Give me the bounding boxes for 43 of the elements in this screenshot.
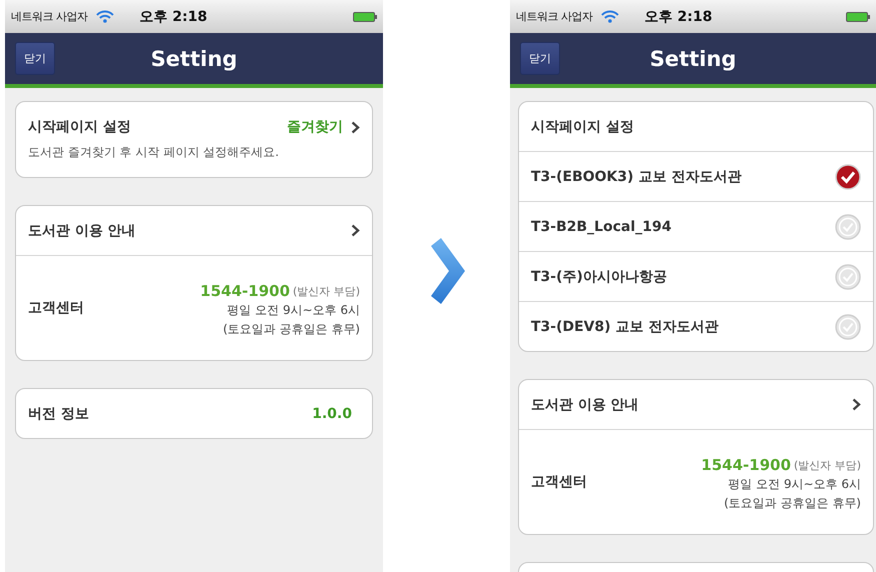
close-button[interactable]: 닫기: [520, 42, 560, 75]
option-row[interactable]: T3-(주)아시아나항공: [519, 251, 873, 301]
holiday-note: (토요일과 공휴일은 휴무): [724, 495, 861, 512]
carrier-name: 네트워크 사업자: [11, 9, 88, 24]
hours-text: 평일 오전 9시~오후 6시: [227, 302, 360, 319]
chevron-right-icon: [351, 224, 360, 237]
phone-note: (발신자 부담): [292, 284, 360, 298]
option-label: T3-(EBOOK3) 교보 전자도서관: [531, 168, 742, 186]
option-label: T3-B2B_Local_194: [531, 218, 672, 234]
close-button[interactable]: 닫기: [15, 42, 55, 75]
row-label: 도서관 이용 안내: [28, 222, 136, 240]
option-row[interactable]: T3-(DEV8) 교보 전자도서관: [519, 301, 873, 351]
row-label: 고객센터: [28, 299, 84, 317]
start-page-value[interactable]: 즐겨찾기: [287, 118, 343, 136]
wifi-icon: [96, 10, 114, 23]
row-label: 시작페이지 설정: [28, 118, 131, 136]
row-label: 고객센터: [531, 473, 587, 491]
option-row[interactable]: T3-(EBOOK3) 교보 전자도서관: [519, 151, 873, 201]
menu-item[interactable]: 도서관 이용 안내: [16, 206, 372, 255]
chevron-right-icon: [351, 120, 360, 134]
screen-title: Setting: [150, 46, 238, 70]
battery-icon: [353, 12, 377, 22]
option-label: T3-(주)아시아나항공: [531, 268, 667, 286]
hours-text: 평일 오전 9시~오후 6시: [728, 476, 861, 493]
option-row[interactable]: T3-B2B_Local_194: [519, 201, 873, 251]
row-label: 버전 정보: [28, 404, 89, 422]
option-label: T3-(DEV8) 교보 전자도서관: [531, 318, 718, 336]
version-value: 1.0.0: [312, 406, 352, 422]
wifi-icon: [600, 10, 618, 23]
section-header: 시작페이지 설정: [531, 118, 634, 136]
phone-number: 1544-1900: [701, 456, 791, 474]
holiday-note: (토요일과 공휴일은 휴무): [223, 321, 360, 338]
hint-text: 도서관 즐겨찾기 후 시작 페이지 설정해주세요.: [28, 144, 280, 161]
status-time: 오후 2:18: [644, 8, 712, 26]
row-label: 도서관 이용 안내: [531, 396, 639, 414]
chevron-right-icon: [852, 398, 861, 411]
menu-item[interactable]: 도서관 이용 안내: [519, 380, 873, 429]
battery-icon: [846, 12, 870, 22]
status-time: 오후 2:18: [140, 8, 208, 26]
phone-number: 1544-1900: [200, 282, 290, 300]
carrier-name: 네트워크 사업자: [516, 9, 592, 24]
phone-note: (발신자 부담): [794, 458, 861, 472]
screen-title: Setting: [648, 46, 738, 70]
